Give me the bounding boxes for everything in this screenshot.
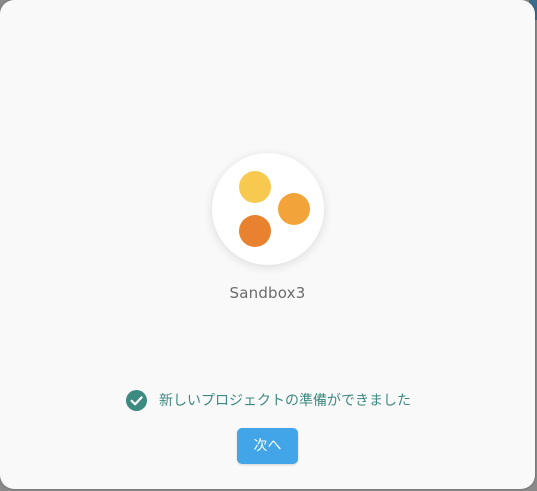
project-name: Sandbox3: [229, 284, 306, 302]
project-logo: [212, 153, 324, 265]
logo-dot-orange: [278, 193, 310, 225]
next-button[interactable]: 次へ: [237, 428, 298, 464]
check-circle-icon: [126, 389, 147, 411]
project-ready-dialog: Sandbox3 新しいプロジェクトの準備ができました 次へ: [0, 0, 535, 489]
status-text: 新しいプロジェクトの準備ができました: [159, 393, 411, 409]
status-message: 新しいプロジェクトの準備ができました: [126, 389, 411, 411]
logo-dot-yellow: [239, 171, 271, 203]
logo-dot-red: [239, 215, 271, 247]
